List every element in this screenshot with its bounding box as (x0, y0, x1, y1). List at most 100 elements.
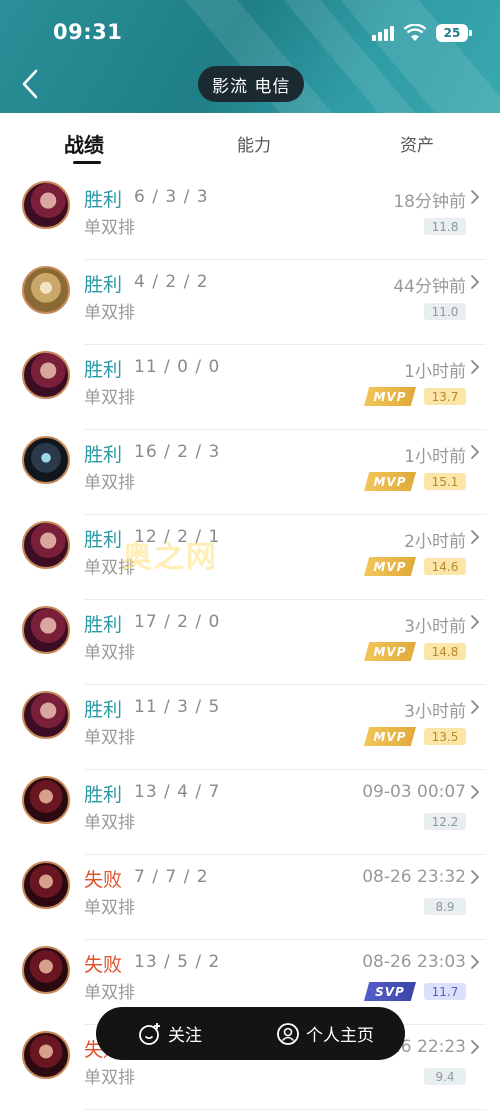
champion-avatar (22, 181, 70, 229)
tab-ability[interactable]: 能力 (237, 131, 271, 156)
match-score: 11.0 (424, 303, 466, 320)
mvp-badge: MVP (364, 387, 416, 406)
match-result: 胜利 (84, 529, 123, 551)
match-result: 失败 (84, 954, 123, 976)
match-result: 胜利 (84, 699, 123, 721)
match-row[interactable]: 胜利 4 / 2 / 2 单双排 44分钟前 11.0 (0, 260, 500, 345)
match-score: 14.8 (424, 643, 466, 660)
champion-avatar (22, 946, 70, 994)
match-kda: 16 / 2 / 3 (134, 442, 221, 462)
match-time: 18分钟前 (393, 192, 466, 212)
match-mode: 单双排 (84, 898, 135, 918)
match-row[interactable]: 胜利 11 / 0 / 0 单双排 1小时前 MVP 13.7 (0, 345, 500, 430)
match-row[interactable]: 胜利 12 / 2 / 1 单双排 2小时前 MVP 14.6 (0, 515, 500, 600)
match-mode: 单双排 (84, 813, 135, 833)
chevron-right-icon (471, 785, 480, 799)
match-result: 胜利 (84, 614, 123, 636)
chevron-right-icon (471, 360, 480, 374)
svp-badge: SVP (364, 982, 416, 1001)
match-result: 胜利 (84, 784, 123, 806)
match-mode: 单双排 (84, 728, 135, 748)
chevron-right-icon (471, 870, 480, 884)
tab-assets[interactable]: 资产 (400, 131, 434, 156)
match-result: 胜利 (84, 189, 123, 211)
match-kda: 6 / 3 / 3 (134, 187, 209, 207)
chevron-left-icon (22, 69, 38, 99)
wifi-icon (404, 24, 426, 41)
champion-avatar (22, 691, 70, 739)
server-selector[interactable]: 影流 电信 (198, 66, 305, 102)
user-icon (277, 1022, 299, 1045)
champion-avatar (22, 1031, 70, 1079)
match-row[interactable]: 胜利 16 / 2 / 3 单双排 1小时前 MVP 15.1 (0, 430, 500, 515)
chevron-right-icon (471, 445, 480, 459)
champion-avatar (22, 266, 70, 314)
match-mode: 单双排 (84, 983, 135, 1003)
chevron-right-icon (471, 275, 480, 289)
top-header: 09:31 25 影流 电信 (0, 0, 500, 113)
chevron-right-icon (471, 615, 480, 629)
chevron-right-icon (471, 700, 480, 714)
champion-avatar (22, 521, 70, 569)
champion-avatar (22, 606, 70, 654)
match-mode: 单双排 (84, 473, 135, 493)
status-time: 09:31 (53, 20, 123, 44)
match-time: 3小时前 (404, 617, 466, 637)
tab-indicator (73, 161, 101, 164)
match-result: 胜利 (84, 274, 123, 296)
mvp-badge: MVP (364, 557, 416, 576)
match-mode: 单双排 (84, 643, 135, 663)
match-kda: 7 / 7 / 2 (134, 867, 209, 887)
match-score: 13.5 (424, 728, 466, 745)
match-score: 14.6 (424, 558, 466, 575)
match-score: 8.9 (424, 898, 466, 915)
match-result: 胜利 (84, 444, 123, 466)
match-row[interactable]: 胜利 11 / 3 / 5 单双排 3小时前 MVP 13.5 (0, 685, 500, 770)
back-button[interactable] (16, 65, 46, 103)
match-result: 胜利 (84, 359, 123, 381)
match-score: 15.1 (424, 473, 466, 490)
mvp-badge: MVP (364, 642, 416, 661)
match-kda: 4 / 2 / 2 (134, 272, 209, 292)
follow-icon (139, 1022, 160, 1045)
match-score: 11.8 (424, 218, 466, 235)
match-result: 失败 (84, 869, 123, 891)
match-row[interactable]: 失败 7 / 7 / 2 单双排 08-26 23:32 8.9 (0, 855, 500, 940)
match-time: 3小时前 (404, 702, 466, 722)
match-score: 9.4 (424, 1068, 466, 1085)
profile-label: 个人主页 (306, 1026, 374, 1046)
mvp-badge: MVP (364, 472, 416, 491)
match-kda: 13 / 4 / 7 (134, 782, 221, 802)
match-mode: 单双排 (84, 1068, 135, 1088)
tab-record[interactable]: 战绩 (64, 129, 104, 158)
match-kda: 11 / 0 / 0 (134, 357, 221, 377)
bottom-action-bar: 关注 个人主页 (96, 1007, 405, 1060)
champion-avatar (22, 436, 70, 484)
match-time: 08-26 23:03 (362, 952, 466, 972)
match-time: 09-03 00:07 (362, 782, 466, 802)
match-row[interactable]: 胜利 6 / 3 / 3 单双排 18分钟前 11.8 (0, 175, 500, 260)
champion-avatar (22, 861, 70, 909)
match-score: 13.7 (424, 388, 466, 405)
match-score: 11.7 (424, 983, 466, 1000)
match-time: 44分钟前 (393, 277, 466, 297)
match-time: 1小时前 (404, 447, 466, 467)
profile-button[interactable]: 个人主页 (276, 1007, 374, 1060)
champion-avatar (22, 351, 70, 399)
follow-button[interactable]: 关注 (138, 1007, 202, 1060)
chevron-right-icon (471, 955, 480, 969)
status-icons: 25 (372, 22, 472, 44)
match-kda: 11 / 3 / 5 (134, 697, 221, 717)
champion-avatar (22, 776, 70, 824)
chevron-right-icon (471, 190, 480, 204)
chevron-right-icon (471, 1040, 480, 1054)
watermark: 奥之网 (122, 540, 218, 575)
match-row[interactable]: 胜利 13 / 4 / 7 单双排 09-03 00:07 12.2 (0, 770, 500, 855)
battery-icon: 25 (436, 24, 472, 42)
match-row[interactable]: 胜利 17 / 2 / 0 单双排 3小时前 MVP 14.8 (0, 600, 500, 685)
match-time: 1小时前 (404, 362, 466, 382)
match-mode: 单双排 (84, 303, 135, 323)
chevron-right-icon (471, 530, 480, 544)
match-kda: 17 / 2 / 0 (134, 612, 221, 632)
match-mode: 单双排 (84, 218, 135, 238)
